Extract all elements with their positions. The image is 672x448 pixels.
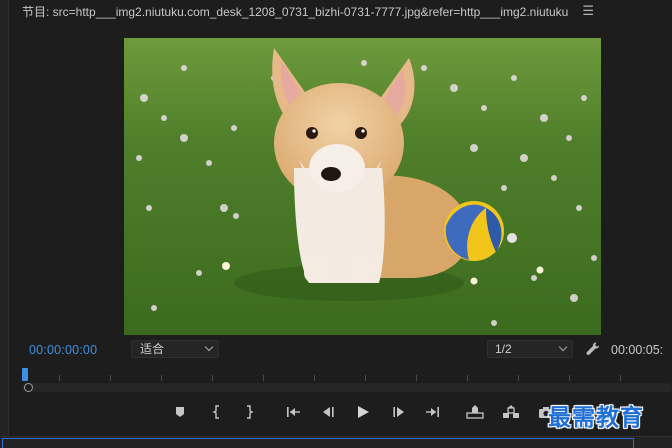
timeline-strip (0, 436, 672, 448)
panel-left-edge (0, 0, 9, 448)
add-marker-icon[interactable] (171, 403, 189, 421)
chevron-down-icon (204, 342, 214, 352)
mark-in-icon[interactable] (208, 403, 226, 421)
go-to-out-icon[interactable] (423, 403, 441, 421)
duration-timecode: 00:00:05: (611, 343, 664, 357)
monitor-controls-row: 00:00:00:00 适合 1/2 00:00:05: (0, 338, 672, 362)
wrench-settings-icon[interactable] (585, 341, 601, 357)
step-forward-icon[interactable] (390, 403, 408, 421)
zoom-fit-dropdown[interactable]: 适合 (131, 340, 219, 358)
go-to-in-icon[interactable] (285, 403, 303, 421)
time-ruler[interactable] (12, 366, 672, 382)
mark-out-icon[interactable] (240, 403, 258, 421)
program-monitor-title: 节目: src=http___img2.niutuku.com_desk_120… (22, 4, 569, 19)
hamburger-menu-icon[interactable]: ☰ (582, 3, 594, 19)
program-viewer[interactable] (124, 38, 601, 335)
lift-icon[interactable] (466, 403, 484, 421)
timeline-selection[interactable] (2, 438, 634, 448)
playhead-marker[interactable] (22, 368, 28, 381)
playback-resolution-dropdown[interactable]: 1/2 (487, 340, 573, 358)
step-back-icon[interactable] (319, 403, 337, 421)
watermark-logo: 最需教育 (548, 405, 644, 431)
program-monitor-header: 节目: src=http___img2.niutuku.com_desk_120… (12, 0, 672, 22)
extract-icon[interactable] (502, 403, 520, 421)
zoom-scrollbar-handle[interactable] (24, 383, 33, 392)
zoom-scrollbar[interactable] (22, 383, 672, 392)
zoom-fit-value: 适合 (140, 342, 165, 356)
current-timecode[interactable]: 00:00:00:00 (29, 343, 97, 357)
corgi-puppy-image (124, 38, 601, 335)
playback-resolution-value: 1/2 (495, 342, 512, 356)
play-icon[interactable] (354, 403, 372, 421)
chevron-down-icon (558, 342, 568, 352)
